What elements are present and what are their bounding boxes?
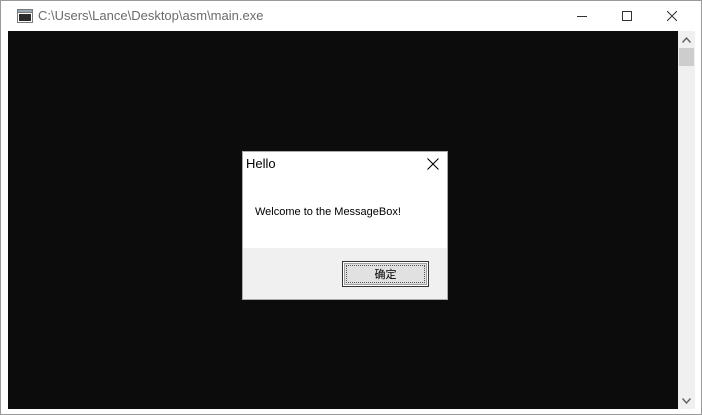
chevron-up-icon bbox=[682, 36, 691, 43]
dialog-button-area: 确定 bbox=[243, 248, 447, 299]
chevron-down-icon bbox=[682, 397, 691, 404]
console-window: C:\Users\Lance\Desktop\asm\main.exe Hell… bbox=[0, 0, 702, 415]
minimize-button[interactable] bbox=[559, 1, 605, 31]
title-bar[interactable]: C:\Users\Lance\Desktop\asm\main.exe bbox=[1, 1, 701, 31]
vertical-scrollbar[interactable] bbox=[678, 31, 695, 409]
scroll-thumb[interactable] bbox=[679, 48, 694, 66]
message-box-dialog: Hello Welcome to the MessageBox! 确定 bbox=[242, 151, 448, 300]
minimize-icon bbox=[577, 16, 587, 17]
dialog-message: Welcome to the MessageBox! bbox=[255, 206, 401, 218]
maximize-icon bbox=[622, 11, 632, 21]
ok-button[interactable]: 确定 bbox=[342, 261, 429, 287]
dialog-close-button[interactable] bbox=[419, 152, 447, 176]
scroll-up-button[interactable] bbox=[678, 31, 695, 48]
close-icon bbox=[427, 158, 439, 170]
maximize-button[interactable] bbox=[604, 1, 650, 31]
window-title: C:\Users\Lance\Desktop\asm\main.exe bbox=[38, 8, 264, 23]
close-icon bbox=[667, 11, 677, 21]
console-app-icon bbox=[17, 9, 33, 23]
dialog-title: Hello bbox=[246, 156, 276, 171]
close-button[interactable] bbox=[649, 1, 695, 31]
scroll-down-button[interactable] bbox=[678, 392, 695, 409]
focus-ring bbox=[346, 265, 425, 283]
